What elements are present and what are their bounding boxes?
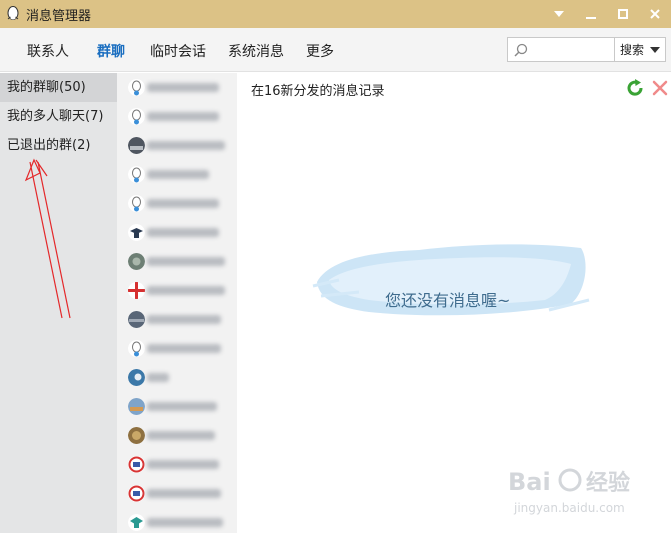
- minimize-icon[interactable]: [575, 0, 607, 28]
- qq-penguin-icon: [7, 6, 19, 20]
- avatar-icon: [128, 195, 145, 212]
- group-name: [147, 199, 219, 208]
- search-icon: [514, 43, 528, 57]
- list-item[interactable]: [117, 73, 237, 102]
- title-bar: 消息管理器: [0, 0, 671, 28]
- list-item[interactable]: [117, 508, 237, 533]
- sidebar-item-multi-chat[interactable]: 我的多人聊天(7): [0, 102, 117, 131]
- list-item[interactable]: [117, 392, 237, 421]
- avatar-icon: [128, 311, 145, 328]
- group-name: [147, 257, 225, 266]
- avatar-icon: [128, 456, 145, 473]
- group-name: [147, 344, 221, 353]
- nav-bar: 联系人 群聊 临时会话 系统消息 更多 搜索: [0, 28, 671, 72]
- window-title: 消息管理器: [26, 8, 92, 24]
- tab-group-chat[interactable]: 群聊: [97, 41, 125, 61]
- group-list: [117, 73, 237, 533]
- avatar-icon: [128, 253, 145, 270]
- group-name: [147, 518, 223, 527]
- search-input[interactable]: [507, 37, 615, 62]
- group-name: [147, 489, 221, 498]
- record-title: 在16新分发的消息记录: [251, 84, 385, 99]
- avatar-icon: [128, 398, 145, 415]
- svg-text:jingyan.baidu.com: jingyan.baidu.com: [513, 501, 625, 515]
- avatar-icon: [128, 166, 145, 183]
- avatar-icon: [128, 369, 145, 386]
- avatar-icon: [128, 340, 145, 357]
- group-name: [147, 170, 209, 179]
- tab-contacts[interactable]: 联系人: [27, 41, 69, 61]
- delete-icon[interactable]: [652, 80, 668, 96]
- list-item[interactable]: [117, 189, 237, 218]
- search-button[interactable]: 搜索: [615, 37, 666, 62]
- avatar-icon: [128, 224, 145, 241]
- avatar-icon: [128, 79, 145, 96]
- list-item[interactable]: [117, 218, 237, 247]
- group-name: [147, 286, 225, 295]
- group-name: [147, 431, 215, 440]
- avatar-icon: [128, 282, 145, 299]
- maximize-icon[interactable]: [607, 0, 639, 28]
- tab-temp-session[interactable]: 临时会话: [150, 41, 206, 61]
- group-name: [147, 402, 217, 411]
- group-name: [147, 373, 169, 382]
- close-icon[interactable]: [639, 0, 671, 28]
- list-item[interactable]: [117, 131, 237, 160]
- list-item[interactable]: [117, 247, 237, 276]
- list-item[interactable]: [117, 160, 237, 189]
- avatar-icon: [128, 108, 145, 125]
- list-item[interactable]: [117, 102, 237, 131]
- group-name: [147, 460, 219, 469]
- avatar-icon: [128, 514, 145, 531]
- group-name: [147, 83, 219, 92]
- tab-more[interactable]: 更多: [306, 41, 334, 61]
- group-name: [147, 228, 219, 237]
- group-name: [147, 112, 219, 121]
- list-item[interactable]: [117, 479, 237, 508]
- list-item[interactable]: [117, 421, 237, 450]
- tab-system-message[interactable]: 系统消息: [228, 41, 284, 61]
- empty-message-text: 您还没有消息喔~: [385, 291, 511, 310]
- svg-text:Bai: Bai: [508, 468, 551, 496]
- sidebar-item-exited-groups[interactable]: 已退出的群(2): [0, 131, 117, 160]
- brush-stroke-icon: [312, 244, 590, 316]
- avatar-icon: [128, 427, 145, 444]
- sidebar-item-my-groups[interactable]: 我的群聊(50): [0, 73, 117, 102]
- group-name: [147, 141, 225, 150]
- baidu-watermark-logo: Bai 经验 jingyan.baidu.com: [508, 468, 630, 515]
- list-item[interactable]: [117, 305, 237, 334]
- avatar-icon: [128, 485, 145, 502]
- list-item[interactable]: [117, 363, 237, 392]
- category-sidebar: 我的群聊(50) 我的多人聊天(7) 已退出的群(2): [0, 73, 117, 533]
- refresh-icon[interactable]: [626, 79, 644, 97]
- svg-text:经验: 经验: [586, 470, 630, 496]
- chevron-down-icon: [650, 46, 661, 53]
- list-item[interactable]: [117, 450, 237, 479]
- search-button-label: 搜索: [620, 43, 645, 57]
- dropdown-icon[interactable]: [543, 0, 575, 28]
- list-item[interactable]: [117, 276, 237, 305]
- list-item[interactable]: [117, 334, 237, 363]
- group-name: [147, 315, 221, 324]
- avatar-icon: [128, 137, 145, 154]
